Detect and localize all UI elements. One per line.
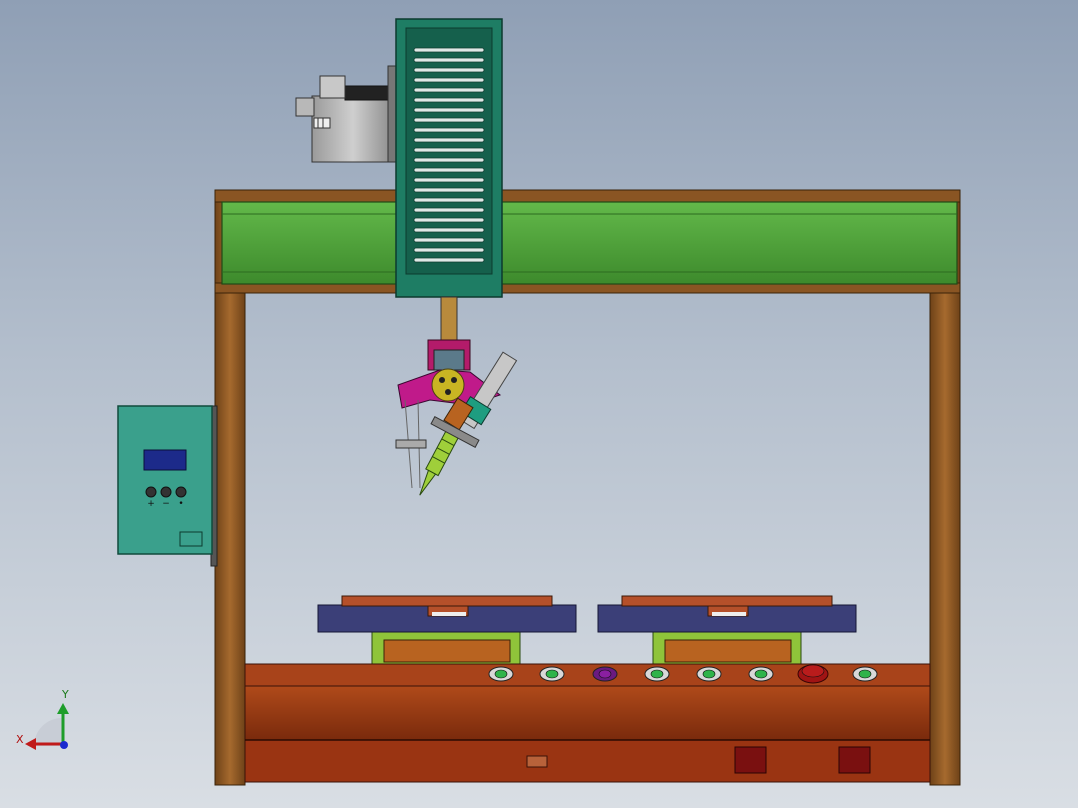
vent-slot <box>413 227 485 233</box>
panel-label-enter: • <box>178 499 183 509</box>
vent-slot <box>413 157 485 163</box>
front-button-cap[interactable] <box>545 669 559 679</box>
vent-slot <box>413 137 485 143</box>
vent-slot <box>413 217 485 223</box>
cad-viewport: + − • Y X <box>0 0 1078 808</box>
front-button-cap[interactable] <box>858 669 872 679</box>
vent-slot <box>413 97 485 103</box>
panel-label-minus: − <box>162 499 170 509</box>
panel-button-minus[interactable] <box>160 486 172 498</box>
fixture-left <box>317 595 577 665</box>
lcd-display <box>143 449 187 471</box>
vent-slot <box>413 47 485 53</box>
screw-head <box>395 296 518 496</box>
gantry-beam <box>221 201 958 285</box>
vent-slot <box>413 197 485 203</box>
panel-button-plus[interactable] <box>145 486 157 498</box>
panel-switch[interactable] <box>179 531 203 547</box>
machine-drawing: + − • Y X <box>16 18 961 786</box>
control-box: + − • <box>117 405 218 567</box>
front-button-cap[interactable] <box>494 669 508 679</box>
vent-slot <box>413 127 485 133</box>
vent-slot <box>413 67 485 73</box>
vent-slot <box>413 77 485 83</box>
z-carriage <box>395 18 503 298</box>
vent-slot <box>413 207 485 213</box>
vent-slot <box>413 57 485 63</box>
front-button-cap[interactable] <box>650 669 664 679</box>
fixture-right <box>597 595 857 665</box>
panel-button-enter[interactable] <box>175 486 187 498</box>
front-button-cap[interactable] <box>598 669 612 679</box>
front-button-cap[interactable] <box>801 664 825 678</box>
vent-slot <box>413 257 485 263</box>
vent-slot <box>413 167 485 173</box>
vent-slot <box>413 177 485 183</box>
vent-slot <box>413 107 485 113</box>
vent-slot <box>413 237 485 243</box>
triad-x-label: X <box>16 733 24 746</box>
machine-base <box>244 663 931 783</box>
vent-slot <box>413 187 485 193</box>
panel-label-plus: + <box>147 499 155 509</box>
front-button-cap[interactable] <box>702 669 716 679</box>
top-rail <box>214 189 961 203</box>
vent-slot <box>413 87 485 93</box>
vent-slot <box>413 117 485 123</box>
servo-motor <box>295 65 397 163</box>
vent-slot <box>413 247 485 253</box>
axis-triad: Y X <box>16 688 69 750</box>
front-button-cap[interactable] <box>754 669 768 679</box>
vent-slot <box>413 147 485 153</box>
triad-y-label: Y <box>61 688 69 701</box>
